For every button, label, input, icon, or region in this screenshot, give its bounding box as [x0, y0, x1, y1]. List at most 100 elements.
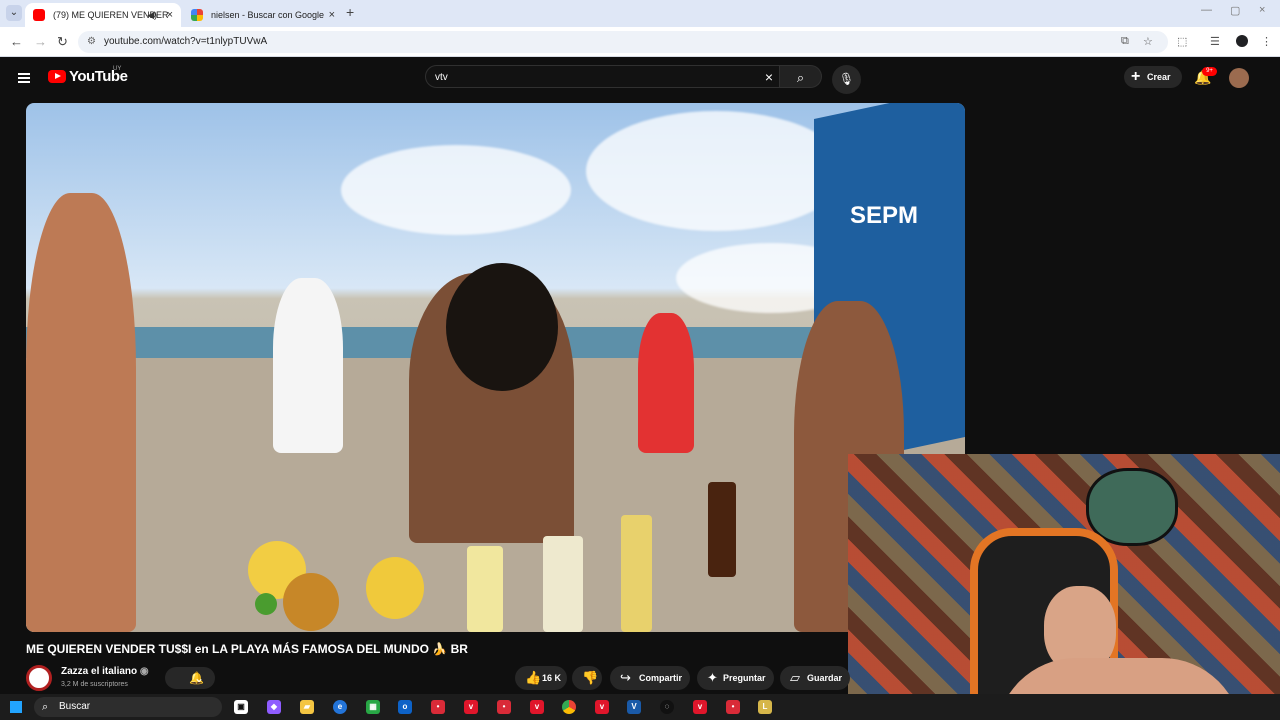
country-code: UY: [113, 66, 122, 72]
microphone-icon: 🎙: [838, 72, 855, 86]
search-input[interactable]: vtv ×: [425, 65, 780, 88]
person-red-shirt: [638, 313, 694, 453]
close-window-icon[interactable]: ×: [1259, 4, 1265, 16]
voice-search-button[interactable]: 🎙: [832, 65, 861, 94]
like-count: 16 K: [542, 673, 562, 683]
app-v-icon[interactable]: V: [627, 700, 641, 714]
thumbs-down-icon: 👎: [582, 670, 599, 685]
joker-poster: [1086, 468, 1178, 546]
address-input[interactable]: ⚙ youtube.com/watch?v=t1nlypTUVwA: [78, 31, 1168, 53]
youtube-tab[interactable]: (79) ME QUIEREN VENDER ◀) ×: [25, 3, 181, 27]
close-tab-icon[interactable]: ×: [167, 3, 173, 27]
search-button[interactable]: ⌕: [780, 65, 822, 88]
google-favicon-icon: [191, 9, 203, 21]
subscriber-count: 3,2 M de suscriptores: [61, 681, 128, 688]
video-title: ME QUIEREN VENDER TU$$I en LA PLAYA MÁS …: [26, 642, 468, 656]
google-tab[interactable]: nielsen - Buscar con Google ×: [183, 3, 343, 27]
outlook-icon[interactable]: o: [398, 700, 412, 714]
search-icon: ⌕: [796, 70, 805, 85]
obs-icon[interactable]: ◌: [660, 700, 674, 714]
thumbs-up-icon: 👍: [525, 670, 542, 685]
new-tab-icon[interactable]: +: [346, 4, 354, 20]
flag-label: BR: [450, 642, 468, 656]
bottle: [708, 482, 736, 577]
vivaldi-icon[interactable]: v: [693, 700, 707, 714]
create-button[interactable]: Crear: [1124, 66, 1182, 88]
browser-menu-icon[interactable]: ⋮: [1261, 35, 1272, 48]
copilot-icon[interactable]: ◆: [267, 700, 281, 714]
windows-start-icon[interactable]: [10, 701, 22, 713]
fruit: [366, 557, 424, 619]
clear-search-icon[interactable]: ×: [765, 69, 773, 85]
address-bar-row: ← → ↻ ⚙ youtube.com/watch?v=t1nlypTUVwA …: [0, 27, 1280, 57]
ask-label: Preguntar: [723, 673, 766, 683]
person-white-shirt: [273, 278, 343, 453]
store-icon[interactable]: ▦: [366, 700, 380, 714]
minimize-icon[interactable]: —: [1201, 4, 1212, 16]
police-sign: SEPM: [850, 202, 919, 230]
browser-tab-strip: ⌄ (79) ME QUIEREN VENDER ◀) × nielsen - …: [0, 0, 1280, 27]
channel-name[interactable]: Zazza el italiano ◉: [61, 666, 149, 677]
sparkle-icon: ✦: [707, 670, 718, 685]
curly-hair: [446, 263, 558, 391]
webcam-overlay: [848, 454, 1280, 720]
bottle: [467, 546, 503, 632]
brazil-flag-icon: 🍌: [432, 642, 448, 656]
forward-icon[interactable]: →: [34, 34, 47, 49]
vivaldi-icon[interactable]: v: [595, 700, 609, 714]
video-player[interactable]: SEPM: [26, 103, 965, 632]
back-icon[interactable]: ←: [10, 34, 23, 49]
edge-icon[interactable]: e: [333, 700, 347, 714]
install-icon[interactable]: ⧉: [1121, 35, 1129, 48]
extensions-icon[interactable]: ⬚: [1177, 35, 1187, 48]
restore-icon[interactable]: ▢: [1230, 4, 1240, 17]
google-tab-label: nielsen - Buscar con Google: [211, 10, 325, 20]
reading-list-icon[interactable]: ☰: [1210, 35, 1220, 48]
task-view-icon[interactable]: ▣: [234, 700, 248, 714]
file-explorer-icon[interactable]: ▰: [300, 700, 314, 714]
video-title-text: ME QUIEREN VENDER TU$$I en LA PLAYA MÁS …: [26, 642, 429, 656]
share-button[interactable]: ↪ Compartir: [610, 666, 690, 690]
youtube-favicon-icon: [33, 9, 45, 21]
like-button[interactable]: 👍 16 K: [515, 666, 567, 690]
reload-icon[interactable]: ↻: [57, 34, 68, 50]
notification-badge: 9+: [1202, 67, 1217, 76]
windows-taskbar: ⌕ Buscar ▣ ◆ ▰ e ▦ o • v • v v V ◌ v • L: [0, 694, 1280, 720]
dislike-button[interactable]: 👎: [572, 666, 602, 690]
cloud: [586, 111, 846, 231]
vivaldi-icon[interactable]: v: [464, 700, 478, 714]
browser-profile-icon[interactable]: [1236, 35, 1248, 47]
bookmark-icon: ▱: [790, 670, 800, 685]
channel-avatar[interactable]: [26, 665, 52, 691]
cloud: [341, 145, 571, 235]
vivaldi-icon[interactable]: v: [530, 700, 544, 714]
bookmark-star-icon[interactable]: ☆: [1143, 35, 1153, 48]
profile-avatar[interactable]: [1229, 68, 1249, 88]
app-icon[interactable]: L: [758, 700, 772, 714]
site-info-icon[interactable]: ⚙: [87, 31, 96, 53]
search-value: vtv: [435, 72, 448, 83]
menu-icon[interactable]: [18, 73, 30, 84]
taskbar-search-label: Buscar: [59, 701, 91, 712]
save-button[interactable]: ▱ Guardar: [780, 666, 850, 690]
app-icon[interactable]: •: [497, 700, 511, 714]
chevron-down-icon: ⌄: [193, 671, 204, 685]
chrome-icon[interactable]: [562, 700, 576, 714]
bottle: [621, 515, 652, 632]
ask-button[interactable]: ✦ Preguntar: [697, 666, 774, 690]
close-tab-icon[interactable]: ×: [329, 3, 335, 27]
app-icon[interactable]: •: [431, 700, 445, 714]
tab-search-button[interactable]: ⌄: [6, 5, 22, 21]
notification-preferences-button[interactable]: 🔔 ⌄: [165, 667, 215, 689]
url-text: youtube.com/watch?v=t1nlypTUVwA: [104, 36, 268, 47]
app-icon[interactable]: •: [726, 700, 740, 714]
speaker-icon[interactable]: ◀): [147, 3, 157, 27]
channel-name-text: Zazza el italiano: [61, 666, 138, 677]
verified-icon: ◉: [139, 666, 149, 677]
pineapple: [283, 573, 339, 631]
blurred-person: [26, 193, 136, 632]
youtube-logo-icon[interactable]: [48, 70, 66, 83]
taskbar-search-input[interactable]: ⌕ Buscar: [34, 697, 222, 717]
share-icon: ↪: [620, 670, 631, 685]
save-label: Guardar: [807, 673, 843, 683]
